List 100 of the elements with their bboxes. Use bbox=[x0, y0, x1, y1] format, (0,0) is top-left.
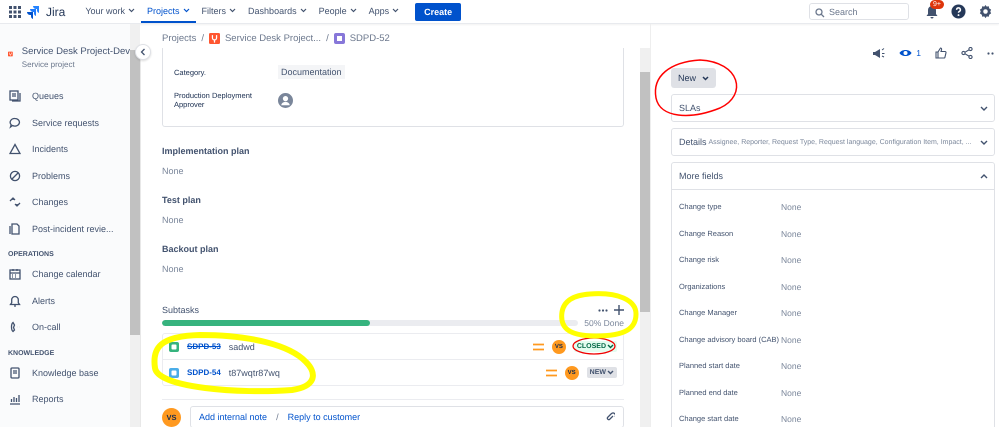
add-internal-note-link[interactable]: Add internal note bbox=[199, 412, 268, 422]
collapse-sidebar-button[interactable] bbox=[135, 44, 151, 60]
copy-icon bbox=[9, 222, 21, 235]
field-value[interactable]: None bbox=[781, 308, 802, 334]
field-value[interactable]: None bbox=[781, 414, 802, 427]
project-type: Service project bbox=[22, 60, 76, 69]
breadcrumb-link[interactable]: SDPD-52 bbox=[350, 33, 390, 44]
nav-menu[interactable]: Dashboards bbox=[242, 0, 313, 23]
sidebar-item[interactable]: Incidents bbox=[0, 136, 130, 162]
queue-icon bbox=[9, 90, 21, 102]
sidebar-scrollbar[interactable] bbox=[130, 24, 140, 427]
panel-header[interactable]: SLAs bbox=[672, 95, 994, 121]
watcher-count[interactable]: 1 bbox=[916, 48, 921, 58]
breadcrumb-link[interactable]: Service Desk Project... bbox=[224, 33, 322, 44]
sidebar-item[interactable]: Changes bbox=[0, 189, 130, 216]
chevron-icon[interactable] bbox=[980, 106, 988, 110]
sidebar-item[interactable]: Problems bbox=[0, 162, 130, 189]
search-field[interactable]: Search bbox=[809, 3, 909, 20]
megaphone-icon[interactable] bbox=[872, 47, 886, 59]
sidebar-item[interactable]: Queues bbox=[0, 83, 130, 110]
section-value[interactable]: None bbox=[162, 264, 624, 274]
chevron-down-icon bbox=[350, 8, 357, 13]
chevron-down-icon bbox=[182, 8, 190, 13]
field-value[interactable]: None bbox=[781, 361, 802, 388]
chevron-down-icon bbox=[300, 8, 307, 13]
progress-text: 50% Done bbox=[584, 318, 624, 328]
section-label: Test plan bbox=[162, 195, 202, 205]
field-value[interactable]: None bbox=[781, 282, 802, 308]
logo-icon[interactable] bbox=[27, 4, 40, 18]
breadcrumb-separator: / bbox=[201, 33, 204, 44]
breadcrumb-link[interactable]: Projects bbox=[162, 33, 196, 44]
issue-type-icon bbox=[334, 33, 345, 44]
field-value[interactable]: None bbox=[781, 255, 802, 282]
subtask-summary[interactable]: sadwd bbox=[228, 342, 255, 352]
nav-menu[interactable]: Projects bbox=[141, 0, 196, 23]
scrollbar-thumb[interactable] bbox=[640, 72, 650, 312]
nav-menu[interactable]: Apps bbox=[362, 0, 406, 23]
chevron-down-icon bbox=[607, 344, 614, 349]
logo-text[interactable]: Jira bbox=[46, 4, 66, 18]
subtasks-heading: Subtasks bbox=[162, 305, 200, 315]
annotation-circle bbox=[572, 337, 616, 355]
sidebar-item[interactable]: Post-incident revie... bbox=[0, 216, 130, 242]
chevron-down-icon bbox=[392, 8, 400, 13]
section-value[interactable]: None bbox=[162, 166, 624, 176]
priority-medium-icon bbox=[532, 342, 544, 350]
sidebar-item[interactable]: Change calendar bbox=[0, 261, 130, 288]
subtask-key-link[interactable]: SDPD-53 bbox=[187, 342, 221, 351]
field-value[interactable]: None bbox=[781, 388, 802, 414]
scrollbar-thumb[interactable] bbox=[130, 50, 140, 335]
field-value[interactable]: None bbox=[781, 334, 802, 361]
add-icon[interactable] bbox=[614, 305, 624, 315]
sidebar-item[interactable]: Reports bbox=[0, 386, 130, 412]
create-button[interactable]: Create bbox=[415, 2, 462, 20]
ban-icon bbox=[9, 170, 21, 182]
project-avatar-icon bbox=[208, 33, 220, 44]
section-label: Implementation plan bbox=[162, 146, 251, 156]
triangle-icon bbox=[9, 143, 21, 156]
category-tag[interactable]: Documentation bbox=[278, 65, 345, 79]
breadcrumb-separator: / bbox=[326, 33, 329, 44]
search-icon bbox=[815, 8, 825, 18]
sidebar-item[interactable]: Knowledge base bbox=[0, 360, 130, 386]
more-icon[interactable] bbox=[987, 52, 995, 54]
attachment-icon[interactable] bbox=[605, 411, 615, 423]
panel-header[interactable]: More fields bbox=[672, 163, 994, 190]
share-icon[interactable] bbox=[961, 47, 973, 59]
reply-to-customer-link[interactable]: Reply to customer bbox=[288, 412, 360, 422]
nav-menu[interactable]: Filters bbox=[196, 0, 242, 23]
settings-icon[interactable] bbox=[978, 4, 993, 19]
help-icon[interactable] bbox=[951, 4, 966, 19]
app-switcher-icon[interactable] bbox=[9, 6, 21, 18]
bubble-icon bbox=[9, 116, 21, 129]
sidebar-item[interactable]: Alerts bbox=[0, 288, 130, 314]
chevron-down-icon bbox=[702, 76, 710, 80]
more-icon[interactable] bbox=[598, 308, 608, 312]
bell-icon bbox=[9, 294, 21, 307]
chevron-icon[interactable] bbox=[980, 140, 988, 144]
thumbs-up-icon[interactable] bbox=[935, 47, 947, 59]
sidebar-item[interactable]: Service requests bbox=[0, 110, 130, 136]
nav-menu[interactable]: Your work bbox=[79, 0, 142, 23]
chevron-down-icon bbox=[128, 8, 136, 13]
changes-icon bbox=[9, 196, 21, 208]
book-icon bbox=[9, 366, 21, 379]
subtask-key-link[interactable]: SDPD-54 bbox=[187, 368, 221, 377]
field-value[interactable]: None bbox=[781, 202, 802, 228]
project-name[interactable]: Service Desk Project-Dev bbox=[22, 46, 130, 57]
calendar-icon bbox=[9, 268, 21, 280]
watch-eye-icon[interactable] bbox=[899, 48, 912, 58]
comment-box[interactable]: Add internal note / Reply to customer bbox=[190, 406, 624, 427]
content-scrollbar[interactable] bbox=[640, 48, 650, 427]
user-avatar-icon[interactable] bbox=[278, 92, 293, 108]
chevron-icon[interactable] bbox=[980, 174, 988, 178]
sidebar-item[interactable]: On-call bbox=[0, 314, 130, 340]
field-value[interactable]: None bbox=[781, 228, 802, 255]
chevron-down-icon bbox=[229, 8, 236, 13]
subtask-summary[interactable]: t87wqtr87wq bbox=[228, 368, 280, 378]
status-button[interactable]: New bbox=[671, 68, 716, 88]
link-separator: / bbox=[276, 412, 279, 422]
nav-menu[interactable]: People bbox=[312, 0, 363, 23]
section-value[interactable]: None bbox=[162, 215, 624, 225]
chevron-left-icon bbox=[140, 48, 146, 56]
